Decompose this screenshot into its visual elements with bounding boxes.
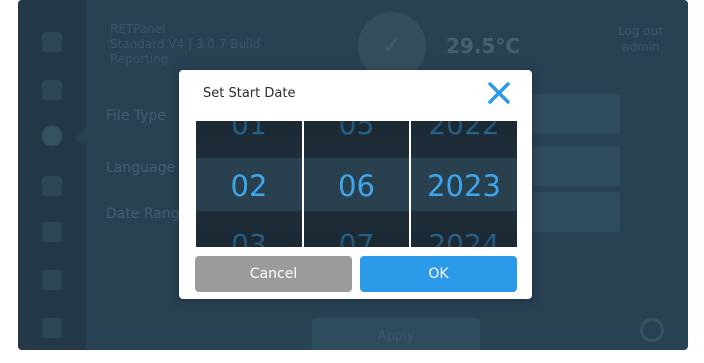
wheel-shade <box>304 211 409 247</box>
wheel-shade <box>196 211 302 247</box>
dialog-title: Set Start Date <box>203 86 296 101</box>
wheel-shade <box>411 211 517 247</box>
year-selected[interactable]: 2023 <box>411 167 517 205</box>
month-picker[interactable]: 05 06 07 <box>304 121 409 247</box>
month-selected[interactable]: 06 <box>304 167 409 205</box>
day-selected[interactable]: 02 <box>196 167 302 205</box>
year-picker[interactable]: 2022 2023 2024 <box>411 121 517 247</box>
wheel-shade <box>304 121 409 157</box>
wheel-shade <box>411 121 517 157</box>
wheel-shade <box>196 121 302 157</box>
close-icon[interactable] <box>484 78 514 108</box>
set-start-date-dialog: Set Start Date 01 02 03 05 06 07 2022 20… <box>179 70 532 299</box>
day-picker[interactable]: 01 02 03 <box>196 121 302 247</box>
cancel-button[interactable]: Cancel <box>195 256 352 292</box>
ok-button[interactable]: OK <box>360 256 517 292</box>
